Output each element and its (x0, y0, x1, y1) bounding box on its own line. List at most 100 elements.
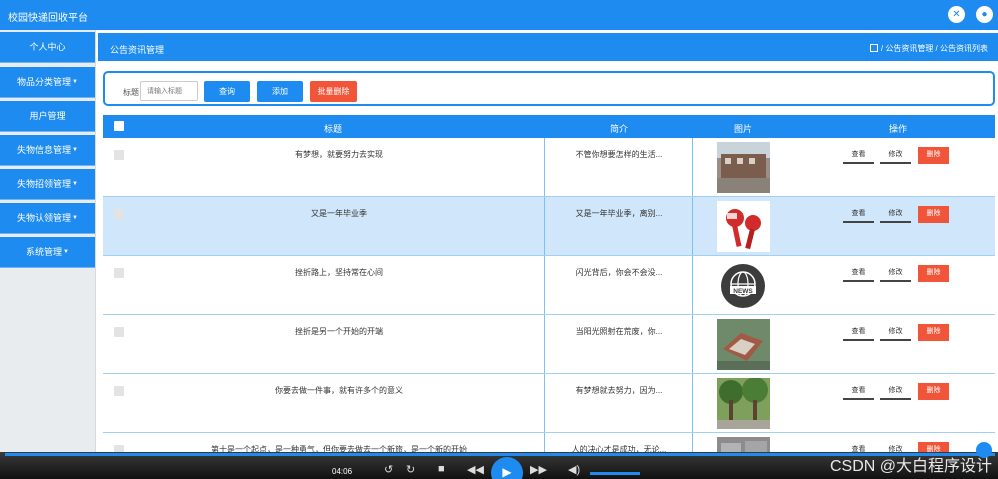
table-row[interactable]: 挫折是另一个开始的开端 当阳光照射在荒废，你... 查看 修改 删除 (103, 315, 995, 374)
search-input[interactable] (140, 81, 198, 101)
breadcrumb[interactable]: / 公告资讯管理 / 公告资讯列表 (869, 43, 988, 54)
sidebar-item-label: 失物招领管理 (17, 179, 72, 189)
home-icon[interactable] (869, 44, 878, 52)
column-divider (692, 256, 693, 314)
svg-text:NEWS: NEWS (733, 288, 753, 295)
delete-button[interactable]: 删除 (918, 383, 949, 400)
sidebar-item-label: 用户管理 (29, 111, 66, 121)
row-title: 你要去做一件事，就有许多个的意义 (275, 386, 403, 395)
chevron-down-icon: ▼ (72, 181, 78, 188)
row-checkbox[interactable] (114, 268, 124, 278)
delete-button[interactable]: 删除 (918, 324, 949, 341)
sidebar-item-profile[interactable]: 个人中心 (0, 32, 95, 63)
sidebar-item-label: 失物信息管理 (17, 145, 72, 155)
row-checkbox[interactable] (114, 327, 124, 337)
breadcrumb-text[interactable]: / 公告资讯管理 / 公告资讯列表 (881, 44, 988, 53)
edit-button[interactable]: 修改 (880, 265, 911, 282)
column-divider (544, 374, 545, 432)
column-divider (692, 374, 693, 432)
sidebar-item-found[interactable]: 失物招领管理▼ (0, 169, 95, 200)
next-icon[interactable]: ▶▶ (530, 463, 547, 476)
delete-button[interactable]: 删除 (918, 206, 949, 223)
view-button[interactable]: 查看 (843, 265, 874, 282)
sidebar-item-category[interactable]: 物品分类管理▼ (0, 67, 95, 98)
row-image-campus-aerial (717, 319, 770, 370)
row-checkbox[interactable] (114, 209, 124, 219)
chevron-down-icon: ▼ (72, 147, 78, 154)
news-table: 标题 简介 图片 操作 有梦想，就要努力去实现 不管你想要怎样的生活... 查看… (103, 115, 995, 470)
video-time: 04:06 (332, 467, 353, 476)
chevron-down-icon: ▼ (72, 79, 78, 86)
add-button[interactable]: 添加 (257, 81, 303, 102)
view-button[interactable]: 查看 (843, 324, 874, 341)
view-button[interactable]: 查看 (843, 147, 874, 164)
table-row[interactable]: 挫折路上，坚持常在心间 闪光背后，你会不会没... NEWS 查看 修改 删除 (103, 256, 995, 315)
row-desc: 闪光背后，你会不会没... (575, 268, 663, 277)
column-divider (692, 197, 693, 255)
view-button[interactable]: 查看 (843, 383, 874, 400)
rewind-icon[interactable]: ↺ (384, 463, 393, 476)
row-checkbox[interactable] (114, 150, 124, 160)
row-desc: 又是一年毕业季，离别... (575, 209, 663, 218)
column-divider (692, 138, 693, 196)
table-row[interactable]: 又是一年毕业季 又是一年毕业季，离别... 查看 修改 删除 (103, 197, 995, 256)
column-divider (544, 197, 545, 255)
search-button[interactable]: 查询 (204, 81, 250, 102)
delete-button[interactable]: 删除 (918, 147, 949, 164)
sidebar: 个人中心 物品分类管理▼ 用户管理 失物信息管理▼ 失物招领管理▼ 失物认领管理… (0, 30, 96, 470)
user-icon[interactable]: ● (976, 6, 993, 23)
search-form: 标题 查询 添加 批量删除 (103, 71, 995, 106)
edit-button[interactable]: 修改 (880, 383, 911, 400)
column-header-title: 标题 (323, 124, 342, 134)
previous-icon[interactable]: ◀◀ (467, 463, 484, 476)
volume-slider[interactable] (590, 472, 640, 475)
edit-button[interactable]: 修改 (880, 206, 911, 223)
column-header-actions: 操作 (888, 124, 907, 134)
row-image-microphones (717, 201, 770, 252)
chevron-down-icon: ▼ (63, 249, 69, 256)
play-icon[interactable]: ▶ (491, 457, 523, 479)
column-divider (544, 138, 545, 196)
row-title: 有梦想，就要努力去实现 (295, 150, 383, 159)
row-image-trees (717, 378, 770, 429)
content-header: 公告资讯管理 / 公告资讯管理 / 公告资讯列表 (98, 33, 998, 61)
column-header-image: 图片 (733, 124, 752, 134)
volume-icon[interactable]: ◀) (568, 463, 580, 476)
table-header: 标题 简介 图片 操作 (103, 115, 995, 138)
replay-icon[interactable]: ↻ (406, 463, 415, 476)
column-divider (692, 315, 693, 373)
top-bar: 校园快递回收平台 ✕ ● (0, 0, 998, 30)
delete-button[interactable]: 删除 (918, 265, 949, 282)
page-title: 公告资讯管理 (110, 45, 165, 55)
sidebar-item-label: 失物认领管理 (17, 213, 72, 223)
row-title: 挫折是另一个开始的开端 (295, 327, 383, 336)
table-row[interactable]: 你要去做一件事，就有许多个的意义 有梦想就去努力，因为... 查看 修改 删除 (103, 374, 995, 433)
edit-button[interactable]: 修改 (880, 147, 911, 164)
sidebar-item-lost-info[interactable]: 失物信息管理▼ (0, 135, 95, 166)
close-icon[interactable]: ✕ (948, 6, 965, 23)
row-title: 挫折路上，坚持常在心间 (295, 268, 383, 277)
watermark: CSDN @大白程序设计 (829, 458, 992, 475)
row-image-campus-building (717, 142, 770, 193)
select-all-checkbox[interactable] (114, 121, 124, 131)
stop-icon[interactable]: ■ (438, 463, 445, 475)
sidebar-item-system[interactable]: 系统管理▼ (0, 237, 95, 268)
search-label: 标题 (123, 88, 139, 97)
column-divider (544, 256, 545, 314)
sidebar-item-label: 个人中心 (29, 42, 66, 52)
row-desc: 有梦想就去努力，因为... (575, 386, 663, 395)
row-title: 又是一年毕业季 (311, 209, 367, 218)
column-divider (544, 315, 545, 373)
batch-delete-button[interactable]: 批量删除 (310, 81, 357, 102)
row-checkbox[interactable] (114, 386, 124, 396)
sidebar-item-users[interactable]: 用户管理 (0, 101, 95, 132)
edit-button[interactable]: 修改 (880, 324, 911, 341)
sidebar-item-label: 物品分类管理 (17, 77, 72, 87)
view-button[interactable]: 查看 (843, 206, 874, 223)
column-header-desc: 简介 (609, 124, 628, 134)
sidebar-item-claim[interactable]: 失物认领管理▼ (0, 203, 95, 234)
row-desc: 不管你想要怎样的生活... (575, 150, 663, 159)
row-image-news-globe: NEWS (717, 260, 770, 311)
table-row[interactable]: 有梦想，就要努力去实现 不管你想要怎样的生活... 查看 修改 删除 (103, 138, 995, 197)
app-title: 校园快递回收平台 (8, 13, 88, 24)
